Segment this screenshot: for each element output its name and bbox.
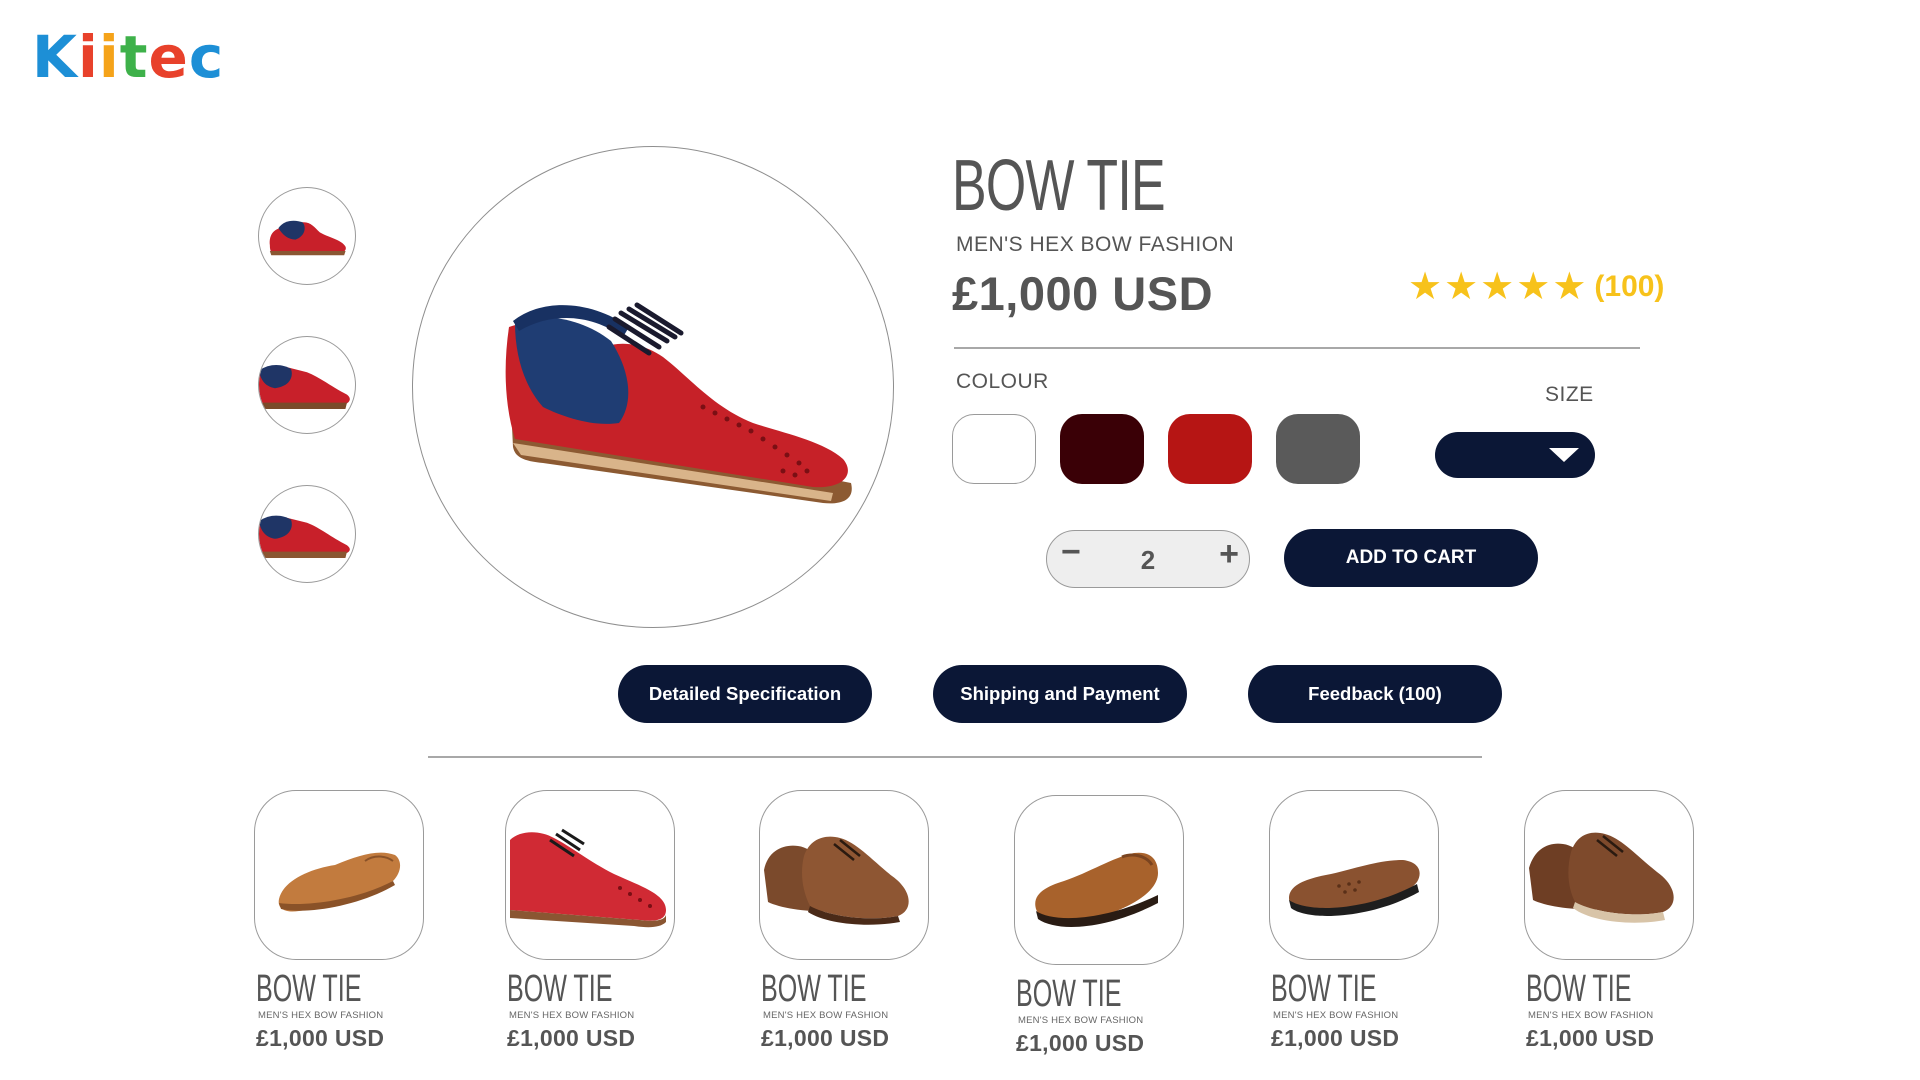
related-product-card[interactable]: BOW TIE MEN'S HEX BOW FASHION £1,000 USD [505,790,675,1052]
tan-loafer-icon [278,852,401,912]
card-title: BOW TIE [1016,973,1122,1015]
chevron-down-icon [1549,448,1579,462]
divider [954,347,1640,349]
red-brogue-icon [259,515,350,558]
related-product-card[interactable]: BOW TIE MEN'S HEX BOW FASHION £1,000 USD [1269,790,1439,1052]
main-product-image [412,146,894,628]
product-image [505,790,675,960]
red-brogue-icon [259,365,350,409]
star-icon: ★ [1516,266,1551,308]
tab-shipping-payment[interactable]: Shipping and Payment [933,665,1187,723]
thumbnail-1[interactable] [258,187,356,285]
star-icon: ★ [1552,266,1587,308]
thumbnail-3[interactable] [258,485,356,583]
red-brogue-icon [269,220,346,256]
card-title: BOW TIE [507,968,613,1010]
card-price: £1,000 USD [1016,1030,1145,1056]
card-price: £1,000 USD [1526,1025,1655,1051]
colour-label: COLOUR [956,370,1049,393]
product-subtitle: MEN'S HEX BOW FASHION [956,233,1235,256]
product-image [1524,790,1694,960]
logo-letter: e [148,23,189,91]
product-title: BOW TIE [952,146,1166,226]
thumbnail-2[interactable] [258,336,356,434]
product-price: £1,000 USD [952,267,1214,320]
increment-button[interactable]: + [1219,537,1239,571]
star-icon: ★ [1444,266,1479,308]
rating-count: (100) [1594,270,1665,303]
star-icon: ★ [1408,266,1443,308]
brown-moccasin-icon [1289,860,1420,916]
logo-letter: i [77,23,99,91]
colour-swatch-red[interactable] [1168,414,1252,484]
brown-derby-pair-icon [1529,832,1674,923]
tab-feedback[interactable]: Feedback (100) [1248,665,1502,723]
brand-logo[interactable]: Kiitec [32,28,224,86]
card-title: BOW TIE [256,968,362,1010]
divider [428,756,1482,758]
logo-letter: i [98,23,120,91]
card-subtitle: MEN'S HEX BOW FASHION [763,1010,889,1021]
tab-detailed-specification[interactable]: Detailed Specification [618,665,872,723]
product-image [759,790,929,960]
product-image [1014,795,1184,965]
related-product-card[interactable]: BOW TIE MEN'S HEX BOW FASHION £1,000 USD [1524,790,1694,1052]
related-product-card[interactable]: BOW TIE MEN'S HEX BOW FASHION £1,000 USD [254,790,424,1052]
card-title: BOW TIE [1271,968,1377,1010]
quantity-stepper[interactable]: − 2 + [1046,530,1250,588]
size-label: SIZE [1545,383,1594,406]
card-price: £1,000 USD [761,1025,890,1051]
logo-letter: c [188,23,225,91]
card-subtitle: MEN'S HEX BOW FASHION [509,1010,635,1021]
card-price: £1,000 USD [256,1025,385,1051]
card-subtitle: MEN'S HEX BOW FASHION [1273,1010,1399,1021]
related-product-card[interactable]: BOW TIE MEN'S HEX BOW FASHION £1,000 USD [759,790,929,1052]
related-product-card[interactable]: BOW TIE MEN'S HEX BOW FASHION £1,000 USD [1014,795,1184,1057]
card-title: BOW TIE [761,968,867,1010]
brown-brogue-pair-icon [764,836,909,925]
product-image [1269,790,1439,960]
card-subtitle: MEN'S HEX BOW FASHION [1018,1015,1144,1026]
card-subtitle: MEN'S HEX BOW FASHION [258,1010,384,1021]
card-title: BOW TIE [1526,968,1632,1010]
colour-swatch-grey[interactable] [1276,414,1360,484]
star-icon: ★ [1480,266,1515,308]
size-dropdown[interactable] [1435,432,1595,478]
card-subtitle: MEN'S HEX BOW FASHION [1528,1010,1654,1021]
product-image [254,790,424,960]
red-brogue-icon [510,828,666,928]
rating[interactable]: ★ ★ ★ ★ ★ (100) [1408,268,1664,306]
colour-swatch-burgundy[interactable] [1060,414,1144,484]
logo-letter: K [32,23,78,91]
red-brogue-icon [505,302,852,504]
logo-letter: t [119,23,149,91]
add-to-cart-button[interactable]: ADD TO CART [1284,529,1538,587]
card-price: £1,000 USD [507,1025,636,1051]
colour-swatch-white[interactable] [952,414,1036,484]
tan-slip-on-icon [1035,852,1158,927]
card-price: £1,000 USD [1271,1025,1400,1051]
